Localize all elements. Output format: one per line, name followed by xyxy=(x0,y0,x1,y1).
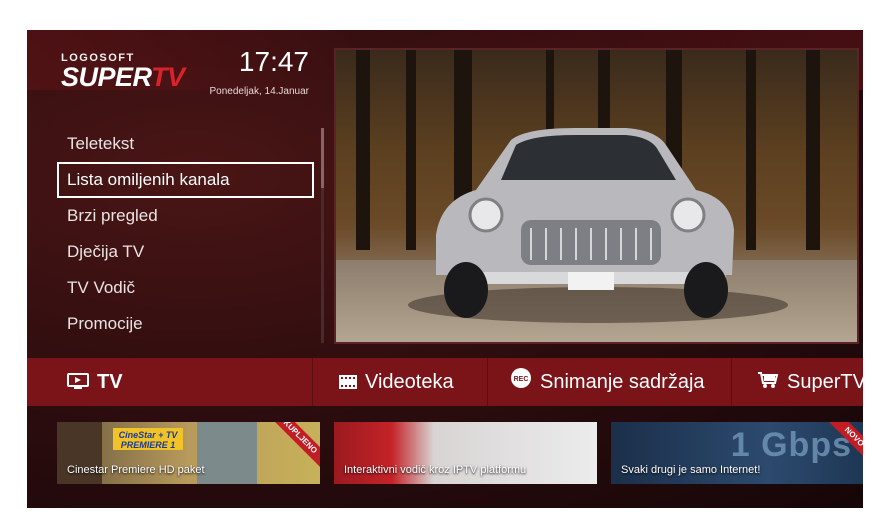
nav-divider xyxy=(731,358,732,406)
promo-card-cinestar[interactable]: CineStar + TV PREMIERE 1 KUPLJENO Cinest… xyxy=(57,422,320,484)
tv-screen: LOGOSOFT SUPERTV 17:47 Ponedeljak, 14.Ja… xyxy=(27,30,863,508)
nav-divider xyxy=(312,358,313,406)
nav-divider xyxy=(487,358,488,406)
menu-item-quick-view[interactable]: Brzi pregled xyxy=(57,198,314,234)
nav-item-supertv-label: SuperTV xyxy=(787,371,863,393)
card-label: Cinestar Premiere HD paket xyxy=(67,464,205,476)
menu-scrollbar[interactable] xyxy=(321,128,324,343)
nav-item-supertv[interactable]: SuperTV xyxy=(757,358,863,406)
logo-super-text: SUPER xyxy=(61,62,152,92)
menu-item-tv-guide[interactable]: TV Vodič xyxy=(57,270,314,306)
scroll-thumb[interactable] xyxy=(321,128,324,188)
clock-time: 17:47 xyxy=(238,46,309,77)
main-navbar: TV Videoteka REC Snimanje sadržaja Super… xyxy=(27,358,863,406)
nav-item-snimanje-label: Snimanje sadržaja xyxy=(540,371,705,393)
purchased-ribbon: KUPLJENO xyxy=(266,422,320,471)
card-label: Interaktivni vodič kroz IPTV platformu xyxy=(344,464,527,476)
clock-date: Ponedeljak, 14.Januar xyxy=(209,86,309,97)
svg-text:REC: REC xyxy=(514,376,529,383)
menu-item-kids-tv[interactable]: Dječija TV xyxy=(57,234,314,270)
nav-item-snimanje[interactable]: REC Snimanje sadržaja xyxy=(510,358,705,406)
car-image xyxy=(408,128,788,323)
logo: LOGOSOFT SUPERTV xyxy=(61,52,185,92)
cart-icon xyxy=(757,359,779,407)
tv-icon xyxy=(67,359,89,407)
rec-icon: REC xyxy=(510,359,532,407)
card-label: Svaki drugi je samo Internet! xyxy=(621,464,761,476)
promo-card-internet[interactable]: 1 Gbps NOVO Svaki drugi je samo Internet… xyxy=(611,422,863,484)
gbps-overlay: 1 Gbps xyxy=(730,426,852,464)
nav-item-videoteka[interactable]: Videoteka xyxy=(339,358,454,406)
menu-item-teletekst[interactable]: Teletekst xyxy=(57,126,314,162)
promo-cards: CineStar + TV PREMIERE 1 KUPLJENO Cinest… xyxy=(27,422,863,488)
menu-item-promotions[interactable]: Promocije xyxy=(57,306,314,342)
nav-item-tv[interactable]: TV xyxy=(67,358,123,406)
nav-item-tv-label: TV xyxy=(97,371,123,393)
menu-item-favorites[interactable]: Lista omiljenih kanala xyxy=(57,162,314,198)
cinestar-badge: CineStar + TV PREMIERE 1 xyxy=(113,428,183,450)
film-icon xyxy=(339,359,357,407)
video-preview[interactable] xyxy=(334,48,859,344)
nav-item-videoteka-label: Videoteka xyxy=(365,371,454,393)
promo-card-ipt-guide[interactable]: Interaktivni vodič kroz IPTV platformu xyxy=(334,422,597,484)
side-menu: Teletekst Lista omiljenih kanala Brzi pr… xyxy=(57,126,314,342)
